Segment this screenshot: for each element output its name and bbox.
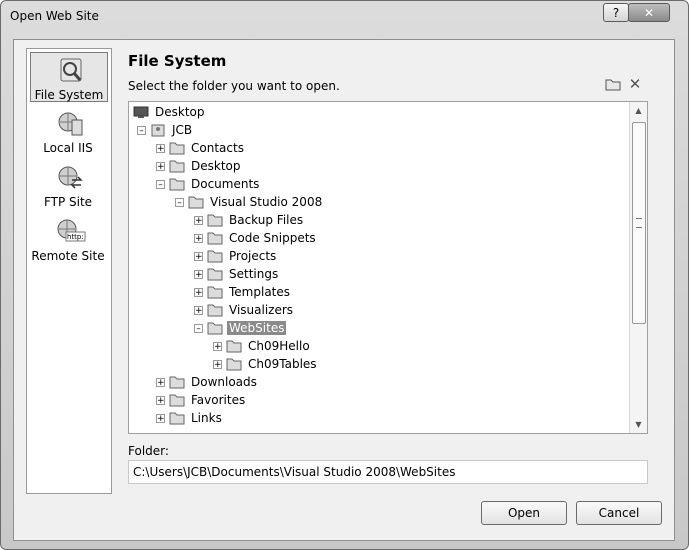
tree-item[interactable]: + Ch09Hello (213, 337, 312, 355)
open-web-site-dialog: Open Web Site ? ✕ File System Local IIS (0, 0, 689, 550)
folder-icon (207, 250, 223, 263)
open-button[interactable]: Open (481, 501, 567, 525)
folder-icon (207, 268, 223, 281)
delete-icon[interactable]: ✕ (626, 75, 644, 93)
expand-icon[interactable]: + (156, 377, 165, 387)
tree-item[interactable]: + Contacts (156, 139, 246, 157)
expand-icon[interactable]: + (194, 215, 203, 225)
close-button[interactable]: ✕ (628, 3, 670, 22)
dialog-body: File System Local IIS FTP Site http: Rem… (13, 39, 675, 541)
expand-icon[interactable]: + (213, 341, 222, 351)
tree-item[interactable]: + Favorites (156, 391, 247, 409)
svg-text:http:: http: (67, 233, 84, 241)
sidebar-item-local-iis[interactable]: Local IIS (30, 106, 106, 155)
tree-item[interactable]: + Backup Files (194, 211, 305, 229)
tree-item[interactable]: + Links (156, 409, 224, 427)
scrollbar-thumb[interactable] (632, 122, 646, 324)
folder-icon (169, 142, 185, 155)
tree-item[interactable]: + Projects (194, 247, 278, 265)
tree-item[interactable]: – JCB (137, 121, 194, 139)
expand-icon[interactable]: + (156, 395, 165, 405)
folder-icon (169, 178, 185, 191)
sidebar-item-file-system[interactable]: File System (30, 52, 108, 102)
sidebar-item-label: File System (34, 88, 104, 102)
scroll-up-arrow-icon[interactable]: ▲ (630, 102, 647, 119)
expand-icon[interactable]: + (194, 305, 203, 315)
user-folder-icon (151, 124, 165, 137)
sidebar-item-ftp-site[interactable]: FTP Site (30, 160, 106, 209)
folder-icon (169, 160, 185, 173)
folder-icon (169, 412, 185, 425)
expand-icon[interactable]: + (194, 287, 203, 297)
tree-item[interactable]: + Settings (194, 265, 280, 283)
title-bar[interactable]: Open Web Site ? ✕ (1, 1, 688, 31)
tree-item[interactable]: – Documents (156, 175, 261, 193)
tree-item[interactable]: + Visualizers (194, 301, 295, 319)
tree-item[interactable]: + Ch09Tables (213, 355, 319, 373)
folder-icon (169, 394, 185, 407)
tree-item-selected[interactable]: – WebSites (194, 319, 287, 337)
scroll-down-arrow-icon[interactable]: ▼ (630, 416, 647, 433)
page-title: File System (128, 52, 227, 70)
folder-path-input[interactable]: C:\Users\JCB\Documents\Visual Studio 200… (128, 460, 648, 484)
sidebar-item-label: FTP Site (43, 195, 93, 209)
folder-label: Folder: (128, 444, 169, 458)
expand-icon[interactable]: + (194, 269, 203, 279)
folder-icon (188, 196, 204, 209)
remote-site-icon: http: (57, 219, 86, 242)
ftp-site-icon (58, 166, 83, 189)
file-system-icon (60, 58, 82, 82)
folder-icon (207, 286, 223, 299)
cancel-button[interactable]: Cancel (576, 501, 662, 525)
folder-icon (169, 376, 185, 389)
local-iis-icon (58, 112, 83, 136)
expand-icon[interactable]: + (156, 143, 165, 153)
folder-icon (207, 304, 223, 317)
folder-icon (207, 214, 223, 227)
help-button[interactable]: ? (603, 3, 629, 22)
location-sidebar: File System Local IIS FTP Site http: Rem… (26, 48, 112, 494)
new-folder-icon[interactable] (604, 76, 622, 92)
collapse-icon[interactable]: – (175, 197, 184, 207)
tree-item[interactable]: Desktop (133, 103, 207, 121)
expand-icon[interactable]: + (156, 413, 165, 423)
expand-icon[interactable]: + (213, 359, 222, 369)
expand-icon[interactable]: + (194, 233, 203, 243)
tree-item[interactable]: + Templates (194, 283, 292, 301)
tree-item[interactable]: – Visual Studio 2008 (175, 193, 324, 211)
tree-item[interactable]: + Code Snippets (194, 229, 318, 247)
grip-icon (636, 218, 642, 228)
instruction-text: Select the folder you want to open. (128, 79, 340, 93)
expand-icon[interactable]: + (156, 161, 165, 171)
vertical-scrollbar[interactable]: ▲ ▼ (629, 102, 647, 433)
collapse-icon[interactable]: – (156, 179, 165, 189)
collapse-icon[interactable]: – (137, 125, 146, 135)
collapse-icon[interactable]: – (194, 323, 203, 333)
desktop-icon (133, 106, 149, 118)
folder-icon (226, 340, 242, 353)
folder-icon (226, 358, 242, 371)
expand-icon[interactable]: + (194, 251, 203, 261)
folder-tree[interactable]: Desktop – JCB + Contacts + Desktop – Doc… (128, 101, 648, 434)
sidebar-item-label: Remote Site (31, 249, 105, 263)
tree-item[interactable]: + Desktop (156, 157, 243, 175)
sidebar-item-remote-site[interactable]: http: Remote Site (30, 214, 106, 263)
window-title: Open Web Site (10, 9, 99, 23)
folder-icon (207, 322, 223, 335)
tree-item[interactable]: + Downloads (156, 373, 259, 391)
folder-icon (207, 232, 223, 245)
sidebar-item-label: Local IIS (43, 141, 93, 155)
